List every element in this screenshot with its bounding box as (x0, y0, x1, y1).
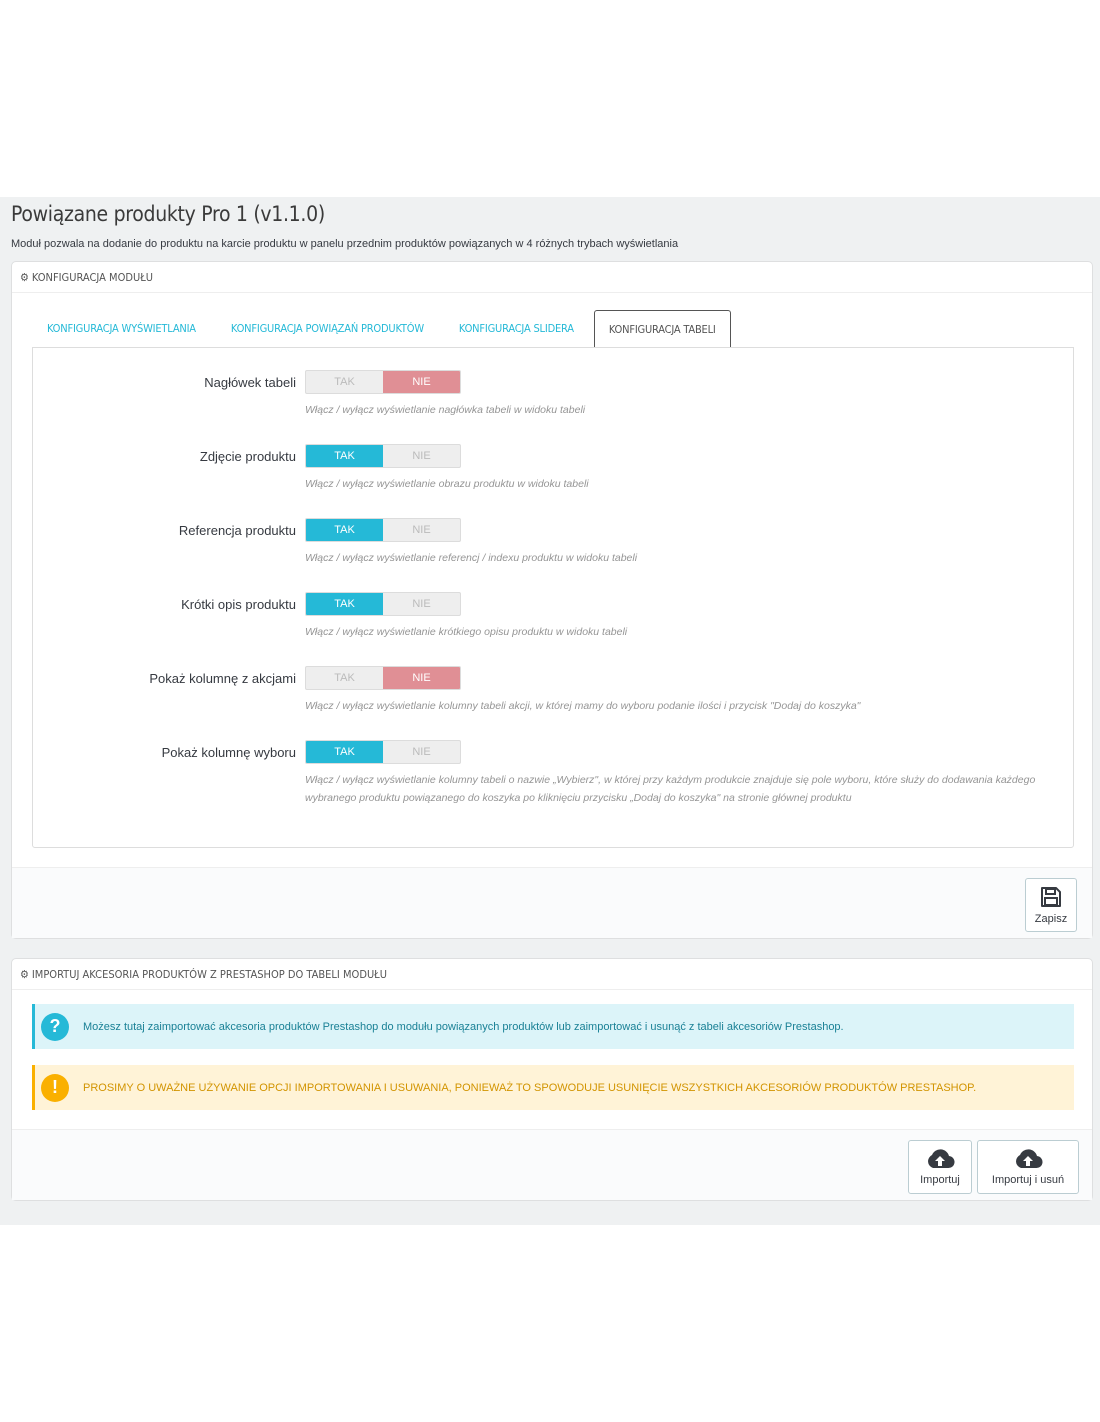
import-panel-footer: Importuj Importuj i usuń (12, 1129, 1092, 1200)
switch-no[interactable]: NIE (383, 667, 460, 689)
switch-yes[interactable]: TAK (306, 667, 383, 689)
field-label: Krótki opis produktu (181, 597, 296, 612)
warning-icon: ! (41, 1073, 69, 1102)
field-help: Włącz / wyłącz wyświetlanie krótkiego op… (305, 626, 628, 638)
switch-product-image[interactable]: TAK NIE (305, 444, 461, 468)
info-text: Możesz tutaj zaimportować akcesoria prod… (83, 1020, 844, 1033)
save-label: Zapisz (1034, 913, 1068, 925)
field-help: Włącz / wyłącz wyświetlanie nagłówka tab… (305, 404, 586, 416)
cloud-upload-icon (928, 1149, 955, 1169)
field-help: Włącz / wyłącz wyświetlanie kolumny tabe… (305, 700, 861, 712)
switch-yes[interactable]: TAK (306, 371, 383, 393)
import-button[interactable]: Importuj (908, 1140, 972, 1194)
switch-short-description[interactable]: TAK NIE (305, 592, 461, 616)
question-icon: ? (41, 1012, 69, 1041)
field-help: Włącz / wyłącz wyświetlanie referencj / … (305, 552, 638, 564)
field-help: Włącz / wyłącz wyświetlanie kolumny tabe… (305, 774, 1036, 804)
field-help: Włącz / wyłącz wyświetlanie obrazu produ… (305, 478, 589, 490)
page-title: Powiązane produkty Pro 1 (v1.1.0) (11, 202, 325, 226)
field-label: Pokaż kolumnę wyboru (161, 745, 296, 760)
config-tabs: KONFIGURACJA WYŚWIETLANIA KONFIGURACJA P… (32, 308, 1074, 348)
switch-yes[interactable]: TAK (306, 519, 383, 541)
save-button[interactable]: Zapisz (1025, 878, 1077, 932)
switch-yes[interactable]: TAK (306, 741, 383, 763)
save-icon (1041, 887, 1061, 907)
switch-actions-column[interactable]: TAK NIE (305, 666, 461, 690)
info-alert: ? Możesz tutaj zaimportować akcesoria pr… (32, 1004, 1074, 1049)
switch-no[interactable]: NIE (383, 593, 460, 615)
switch-select-column[interactable]: TAK NIE (305, 740, 461, 764)
tab-relations-config[interactable]: KONFIGURACJA POWIĄZAŃ PRODUKTÓW (216, 309, 439, 347)
import-delete-button[interactable]: Importuj i usuń (977, 1140, 1079, 1194)
gears-icon: ⚙︎ (20, 967, 29, 981)
switch-product-reference[interactable]: TAK NIE (305, 518, 461, 542)
import-panel-title: IMPORTUJ AKCESORIA PRODUKTÓW Z PRESTASHO… (31, 967, 387, 981)
switch-no[interactable]: NIE (383, 519, 460, 541)
switch-no[interactable]: NIE (383, 445, 460, 467)
switch-yes[interactable]: TAK (306, 445, 383, 467)
switch-no[interactable]: NIE (383, 741, 460, 763)
field-label: Pokaż kolumnę z akcjami (149, 671, 296, 686)
import-label: Importuj (920, 1174, 960, 1186)
tab-display-config[interactable]: KONFIGURACJA WYŚWIETLANIA (32, 309, 211, 347)
app: Powiązane produkty Pro 1 (v1.1.0) Moduł … (0, 197, 1100, 1225)
warning-alert: ! PROSIMY O UWAŻNE UŻYWANIE OPCJI IMPORT… (32, 1065, 1074, 1110)
import-panel-heading: ⚙︎ IMPORTUJ AKCESORIA PRODUKTÓW Z PRESTA… (12, 959, 1092, 990)
import-panel: ⚙︎ IMPORTUJ AKCESORIA PRODUKTÓW Z PRESTA… (11, 958, 1093, 1201)
config-panel-heading: ⚙︎ KONFIGURACJA MODUŁU (12, 262, 1092, 293)
config-panel: ⚙︎ KONFIGURACJA MODUŁU KONFIGURACJA WYŚW… (11, 261, 1093, 939)
switch-table-header[interactable]: TAK NIE (305, 370, 461, 394)
config-panel-title: KONFIGURACJA MODUŁU (31, 270, 154, 284)
page-description: Moduł pozwala na dodanie do produktu na … (11, 238, 679, 250)
switch-yes[interactable]: TAK (306, 593, 383, 615)
import-delete-label: Importuj i usuń (991, 1174, 1065, 1186)
cloud-upload-icon (1016, 1149, 1043, 1169)
field-label: Zdjęcie produktu (199, 449, 296, 464)
switch-no[interactable]: NIE (383, 371, 460, 393)
field-label: Referencja produktu (178, 523, 296, 538)
tab-content: Nagłówek tabeli TAK NIE Włącz / wyłącz w… (32, 347, 1074, 848)
field-label: Nagłówek tabeli (204, 375, 296, 390)
gears-icon: ⚙︎ (20, 270, 29, 284)
tab-slider-config[interactable]: KONFIGURACJA SLIDERA (444, 309, 589, 347)
warning-text: PROSIMY O UWAŻNE UŻYWANIE OPCJI IMPORTOW… (83, 1081, 977, 1094)
tab-table-config[interactable]: KONFIGURACJA TABELI (593, 310, 731, 348)
config-panel-footer: Zapisz (12, 867, 1092, 938)
